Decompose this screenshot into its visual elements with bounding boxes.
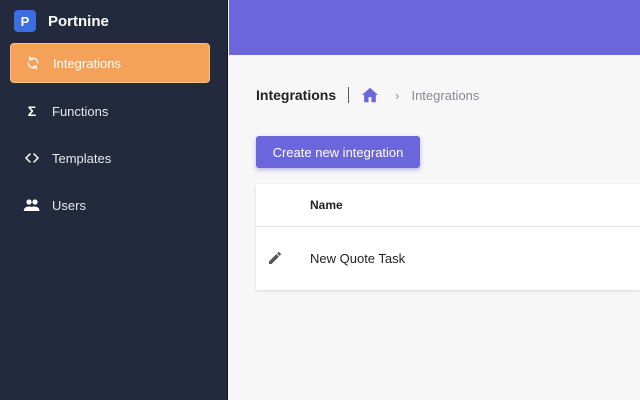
- create-integration-button[interactable]: Create new integration: [256, 136, 420, 168]
- brand[interactable]: P Portnine: [14, 9, 109, 33]
- sidebar-item-label: Functions: [52, 103, 109, 119]
- breadcrumb-current: Integrations: [411, 87, 480, 103]
- home-icon[interactable]: [361, 86, 379, 104]
- sidebar-item-label: Users: [52, 197, 86, 213]
- breadcrumb-divider: [348, 87, 350, 103]
- top-bar: [229, 0, 640, 55]
- table-row[interactable]: New Quote Task: [256, 227, 640, 289]
- sidebar-item-label: Integrations: [53, 55, 121, 71]
- breadcrumb: Integrations › Integrations: [256, 84, 479, 106]
- sidebar: P Portnine Integrations Σ Functions Temp…: [0, 0, 228, 400]
- sidebar-item-users[interactable]: Users: [10, 185, 210, 225]
- integrations-table: Name New Quote Task: [256, 184, 640, 290]
- sync-icon: [21, 51, 45, 75]
- sidebar-item-integrations[interactable]: Integrations: [10, 43, 210, 83]
- code-icon: [20, 146, 44, 170]
- row-name: New Quote Task: [310, 250, 406, 266]
- chevron-right-icon: ›: [395, 87, 400, 103]
- sigma-icon: Σ: [27, 103, 37, 119]
- pencil-icon[interactable]: [267, 249, 285, 267]
- table-header: Name: [256, 184, 640, 227]
- sidebar-item-label: Templates: [52, 150, 112, 166]
- sidebar-item-templates[interactable]: Templates: [10, 138, 210, 178]
- brand-name: Portnine: [48, 12, 109, 30]
- sidebar-item-functions[interactable]: Σ Functions: [10, 91, 210, 131]
- page-title: Integrations: [256, 87, 337, 103]
- users-icon: [20, 193, 44, 217]
- brand-logo: P: [14, 10, 36, 32]
- column-header-name[interactable]: Name: [310, 198, 343, 212]
